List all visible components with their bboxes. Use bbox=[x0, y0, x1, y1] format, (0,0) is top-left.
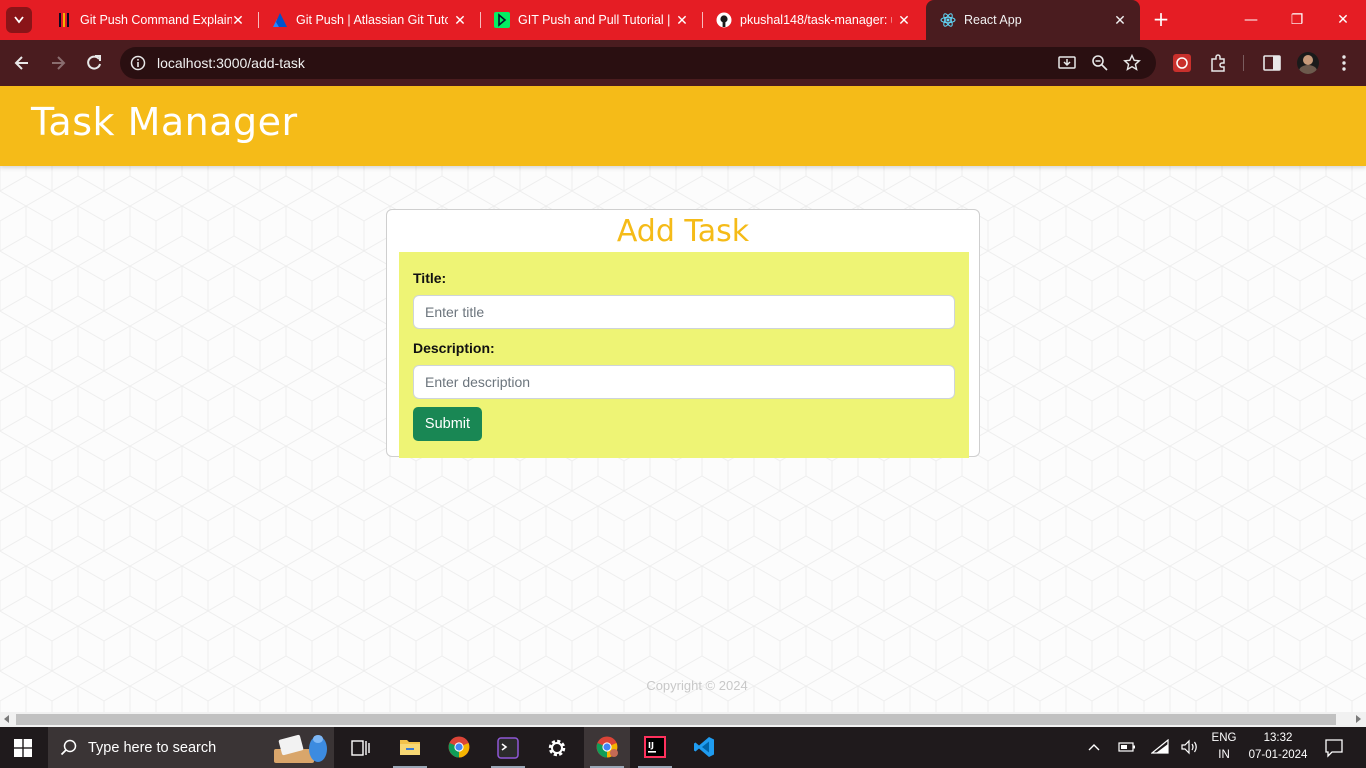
terminal-icon bbox=[497, 737, 519, 759]
tab-search-button[interactable] bbox=[6, 7, 32, 33]
app-header: Task Manager bbox=[0, 86, 1366, 166]
extension-shield-icon[interactable] bbox=[1172, 53, 1192, 73]
form-heading: Add Task bbox=[616, 214, 750, 249]
region-indicator[interactable]: IN bbox=[1208, 749, 1240, 761]
restore-button[interactable]: ❐ bbox=[1274, 0, 1320, 40]
new-tab-button[interactable]: + bbox=[1150, 9, 1172, 29]
web-page: Task Manager Add Task Title: Description… bbox=[0, 86, 1366, 712]
taskbar-search-box[interactable]: Type here to search bbox=[48, 727, 334, 768]
minimize-button[interactable]: — bbox=[1228, 0, 1274, 40]
clock-date[interactable]: 07-01-2024 bbox=[1244, 749, 1312, 761]
tab-title: GIT Push and Pull Tutorial | DataCamp bbox=[518, 13, 670, 27]
url-text: localhost:3000/add-task bbox=[157, 55, 305, 71]
vscode-icon bbox=[694, 737, 714, 757]
battery-icon[interactable] bbox=[1118, 740, 1136, 754]
tab-title: pkushal148/task-manager: u bbox=[740, 13, 892, 27]
search-icon bbox=[60, 739, 77, 756]
intellij-button[interactable]: IJ bbox=[632, 727, 678, 768]
address-bar[interactable]: localhost:3000/add-task bbox=[120, 47, 1156, 79]
atlassian-favicon bbox=[273, 13, 287, 27]
search-highlight-illustration-icon bbox=[274, 734, 327, 763]
tab-title: Git Push | Atlassian Git Tutorial bbox=[296, 13, 448, 27]
clock-time[interactable]: 13:32 bbox=[1244, 732, 1312, 744]
zoom-icon[interactable] bbox=[1091, 54, 1109, 72]
close-icon[interactable]: ✕ bbox=[1112, 12, 1128, 28]
tab-title: React App bbox=[964, 13, 1022, 27]
volume-icon[interactable] bbox=[1181, 739, 1199, 755]
chrome-button[interactable] bbox=[436, 727, 482, 768]
settings-button[interactable] bbox=[534, 727, 580, 768]
task-view-icon bbox=[351, 740, 370, 756]
search-placeholder: Type here to search bbox=[88, 740, 217, 756]
svg-text:IJ: IJ bbox=[648, 741, 654, 750]
add-task-form: Title: Description: Submit bbox=[399, 252, 969, 458]
freecodecamp-favicon bbox=[59, 13, 69, 27]
task-view-button[interactable] bbox=[338, 727, 384, 768]
description-label: Description: bbox=[413, 340, 495, 356]
app-title[interactable]: Task Manager bbox=[31, 100, 298, 144]
browser-toolbar: localhost:3000/add-task bbox=[0, 40, 1366, 86]
chrome-icon bbox=[448, 736, 470, 758]
toolbar-divider bbox=[1243, 55, 1244, 71]
reload-icon[interactable] bbox=[84, 53, 104, 73]
add-task-card: Add Task Title: Description: Submit bbox=[386, 209, 980, 458]
intellij-icon: IJ bbox=[644, 736, 666, 758]
site-info-icon[interactable] bbox=[130, 55, 146, 71]
tab-atlassian-git[interactable]: Git Push | Atlassian Git Tutorial ✕ bbox=[258, 0, 481, 40]
close-icon[interactable]: ✕ bbox=[674, 12, 690, 28]
submit-button[interactable]: Submit bbox=[413, 407, 482, 441]
profile-avatar[interactable] bbox=[1297, 52, 1319, 74]
file-explorer-button[interactable] bbox=[387, 727, 433, 768]
close-icon[interactable]: ✕ bbox=[896, 12, 912, 28]
wifi-icon[interactable] bbox=[1151, 739, 1169, 755]
scroll-left-arrow-icon[interactable] bbox=[4, 715, 9, 723]
tab-title: Git Push Command Explained bbox=[80, 13, 232, 27]
close-icon[interactable]: ✕ bbox=[452, 12, 468, 28]
datacamp-favicon bbox=[494, 12, 510, 28]
tab-react-app[interactable]: React App ✕ bbox=[926, 0, 1140, 40]
title-label: Title: bbox=[413, 270, 447, 286]
close-window-button[interactable]: ✕ bbox=[1320, 0, 1366, 40]
terminal-button[interactable] bbox=[485, 727, 531, 768]
notification-icon[interactable] bbox=[1324, 738, 1344, 758]
back-arrow-icon[interactable] bbox=[12, 53, 32, 73]
vscode-button[interactable] bbox=[681, 727, 727, 768]
side-panel-icon[interactable] bbox=[1262, 53, 1282, 73]
scrollbar-thumb[interactable] bbox=[16, 714, 1336, 725]
github-favicon bbox=[716, 12, 732, 28]
folder-icon bbox=[400, 740, 420, 755]
chrome-profile-button[interactable] bbox=[584, 727, 630, 768]
bookmark-star-icon[interactable] bbox=[1123, 54, 1141, 72]
scroll-right-arrow-icon[interactable] bbox=[1356, 715, 1361, 723]
copyright-footer: Copyright © 2024 bbox=[646, 678, 748, 693]
gear-icon bbox=[548, 739, 566, 757]
extensions-puzzle-icon[interactable] bbox=[1208, 53, 1228, 73]
tab-datacamp[interactable]: GIT Push and Pull Tutorial | DataCamp ✕ bbox=[480, 0, 703, 40]
close-icon[interactable]: ✕ bbox=[230, 12, 246, 28]
react-favicon bbox=[940, 13, 956, 27]
horizontal-scrollbar[interactable] bbox=[0, 712, 1366, 727]
install-app-icon[interactable] bbox=[1058, 54, 1076, 72]
language-indicator[interactable]: ENG bbox=[1208, 732, 1240, 744]
chevron-up-icon[interactable] bbox=[1087, 741, 1101, 755]
windows-taskbar: Type here to search IJ ENG IN 13:32 07-0… bbox=[0, 727, 1366, 768]
title-input[interactable] bbox=[413, 295, 955, 329]
browser-tab-strip: Git Push Command Explained ✕ Git Push | … bbox=[0, 0, 1366, 40]
chrome-icon bbox=[596, 736, 618, 758]
description-input[interactable] bbox=[413, 365, 955, 399]
tab-git-push-command[interactable]: Git Push Command Explained ✕ bbox=[42, 0, 259, 40]
windows-start-icon[interactable] bbox=[14, 739, 32, 757]
tab-github-repo[interactable]: pkushal148/task-manager: u ✕ bbox=[702, 0, 924, 40]
more-menu-icon[interactable] bbox=[1334, 53, 1354, 73]
forward-arrow-icon[interactable] bbox=[48, 53, 68, 73]
